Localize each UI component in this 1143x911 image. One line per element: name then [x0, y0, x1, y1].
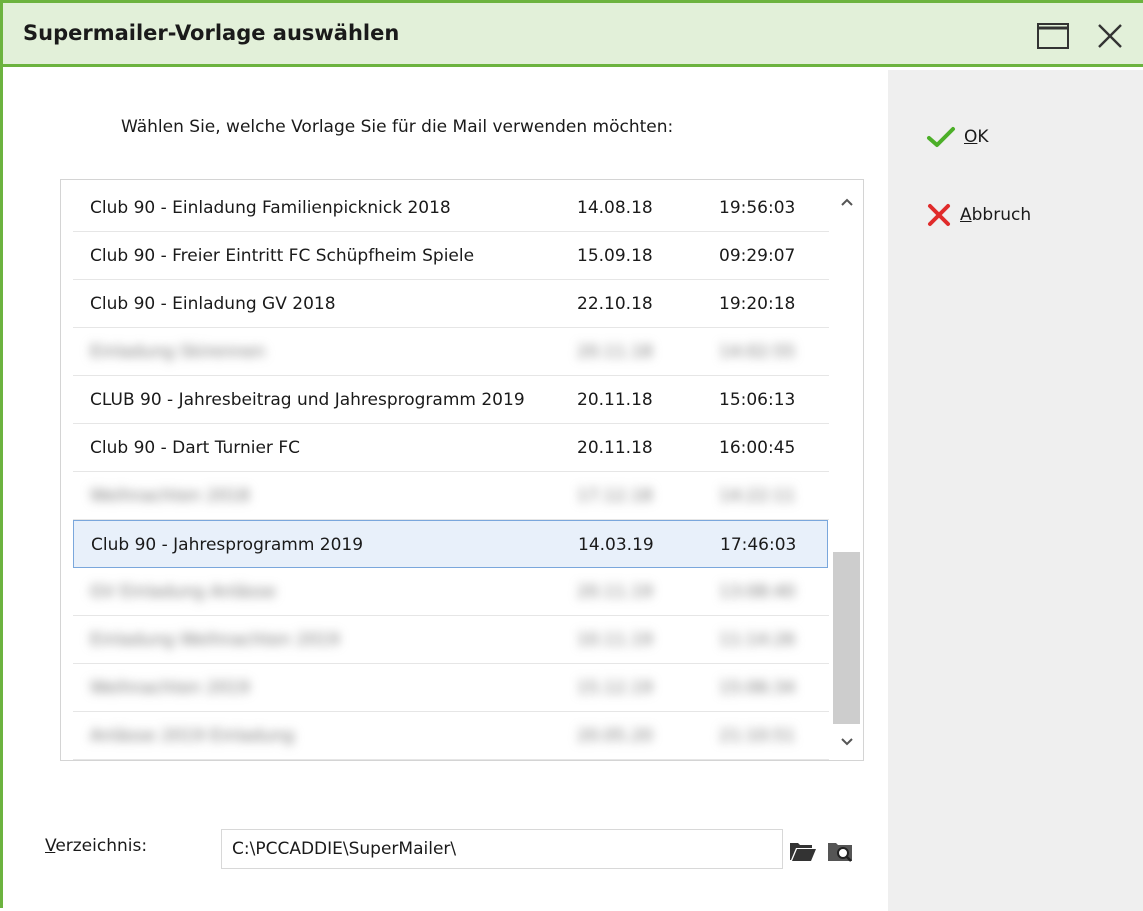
- template-name: Club 90 - Einladung Familienpicknick 201…: [90, 198, 451, 218]
- template-row[interactable]: Club 90 - Einladung Familienpicknick 201…: [73, 184, 829, 232]
- template-name: Weihnachten 2018: [90, 486, 250, 506]
- template-name: Anlässe 2019 Einladung: [90, 726, 295, 746]
- ok-button[interactable]: OK: [926, 122, 989, 152]
- template-time: 19:20:18: [719, 294, 796, 314]
- template-time: 09:29:07: [719, 246, 796, 266]
- template-row[interactable]: Club 90 - Einladung GV 2018 22.10.18 19:20…: [73, 280, 829, 328]
- cancel-button[interactable]: Abbruch: [926, 200, 1031, 230]
- template-time: 21:10:51: [719, 726, 796, 746]
- folder-button[interactable]: [788, 835, 818, 865]
- folder-search-icon: [828, 843, 852, 862]
- browse-directory-button[interactable]: [826, 835, 856, 865]
- template-time: 19:56:03: [719, 198, 796, 218]
- template-row[interactable]: CLUB 90 - Jahresbeitrag und Jahresprogra…: [73, 376, 829, 424]
- directory-input[interactable]: [221, 829, 783, 869]
- template-date: 20.11.18: [577, 342, 653, 362]
- template-date: 20.11.18: [577, 438, 653, 458]
- directory-mnemonic: V: [45, 836, 56, 856]
- template-row[interactable]: Club 90 - Freier Eintritt FC Schüpfheim …: [73, 232, 829, 280]
- template-date: 14.03.19: [578, 535, 654, 555]
- template-date: 10.11.19: [577, 630, 653, 650]
- template-date: 17.12.18: [577, 486, 653, 506]
- directory-label: Verzeichnis:: [45, 836, 147, 856]
- x-mark-icon: [928, 204, 950, 226]
- checkmark-icon: [927, 127, 955, 147]
- maximize-button[interactable]: [1035, 21, 1071, 51]
- instruction-text: Wählen Sie, welche Vorlage Sie für die M…: [121, 117, 674, 137]
- template-name: Einladung Weihnachten 2019: [90, 630, 340, 650]
- close-button[interactable]: [1093, 19, 1127, 53]
- template-time: 11:14:26: [719, 630, 796, 650]
- dialog-title: Supermailer-Vorlage auswählen: [23, 21, 400, 45]
- template-time: 16:00:45: [719, 438, 796, 458]
- scroll-down-button[interactable]: [837, 732, 857, 752]
- directory-label-rest: erzeichnis:: [55, 836, 148, 856]
- template-name: Club 90 - Freier Eintritt FC Schüpfheim …: [90, 246, 475, 266]
- scroll-up-button[interactable]: [837, 192, 857, 212]
- template-row[interactable]: Einladung Weihnachten 2019 10.11.19 11:14:…: [73, 616, 829, 664]
- template-time: 14:02:55: [719, 342, 796, 362]
- ok-label: OK: [964, 127, 989, 147]
- template-row[interactable]: Club 90 - Dart Turnier FC 20.11.18 16:00:4…: [73, 424, 829, 472]
- close-icon: [1098, 24, 1122, 48]
- template-row[interactable]: Anlässe 2019 Einladung 20.05.20 21:10:51: [73, 712, 829, 760]
- template-date: 14.08.18: [577, 198, 653, 218]
- action-panel: OK Abbruch: [888, 70, 1143, 911]
- template-time: 15:06:13: [719, 390, 796, 410]
- ok-mnemonic: O: [964, 127, 978, 147]
- template-date: 20.05.20: [577, 726, 653, 746]
- supermailer-template-dialog: Supermailer-Vorlage auswählen OK Abbruch…: [0, 0, 1143, 911]
- maximize-icon: [1037, 23, 1069, 49]
- template-row[interactable]: Weihnachten 2019 15.12.19 15:06:34: [73, 664, 829, 712]
- template-row[interactable]: Einladung Skirennen 20.11.18 14:02:55: [73, 328, 829, 376]
- template-time: 15:06:34: [719, 678, 796, 698]
- chevron-up-icon: [841, 198, 853, 206]
- cancel-label: Abbruch: [960, 205, 1031, 225]
- template-name: CLUB 90 - Jahresbeitrag und Jahresprogra…: [90, 390, 525, 410]
- template-rows: Club 90 - Einladung Familienpicknick 201…: [73, 184, 829, 760]
- template-date: 22.10.18: [577, 294, 653, 314]
- folder-open-icon: [790, 843, 816, 861]
- template-date: 15.09.18: [577, 246, 653, 266]
- template-name: Einladung Skirennen: [90, 342, 266, 362]
- title-bar: Supermailer-Vorlage auswählen: [3, 3, 1143, 67]
- template-row[interactable]: Weihnachten 2018 17.12.18 14:22:11: [73, 472, 829, 520]
- template-date: 20.11.18: [577, 390, 653, 410]
- template-row[interactable]: Club 90 - Jahresprogramm 2019 14.03.19 17:…: [73, 520, 828, 568]
- template-list[interactable]: Club 90 - Einladung Familienpicknick 201…: [60, 179, 864, 761]
- cancel-label-rest: bbruch: [971, 205, 1032, 225]
- template-name: Club 90 - Jahresprogramm 2019: [91, 535, 364, 555]
- scrollbar-thumb[interactable]: [833, 552, 860, 724]
- chevron-down-icon: [841, 738, 853, 746]
- vertical-scrollbar[interactable]: [830, 180, 863, 760]
- template-date: 15.12.19: [577, 678, 653, 698]
- template-time: 17:46:03: [720, 535, 797, 555]
- template-name: Club 90 - Einladung GV 2018: [90, 294, 336, 314]
- cancel-mnemonic: A: [960, 205, 972, 225]
- ok-label-rest: K: [977, 127, 989, 147]
- template-row[interactable]: GV Einladung Anlässe 20.11.19 13:08:40: [73, 568, 829, 616]
- template-time: 13:08:40: [719, 582, 796, 602]
- template-date: 20.11.19: [577, 582, 653, 602]
- template-time: 14:22:11: [719, 486, 796, 506]
- template-name: Club 90 - Dart Turnier FC: [90, 438, 300, 458]
- template-name: GV Einladung Anlässe: [90, 582, 276, 602]
- template-name: Weihnachten 2019: [90, 678, 250, 698]
